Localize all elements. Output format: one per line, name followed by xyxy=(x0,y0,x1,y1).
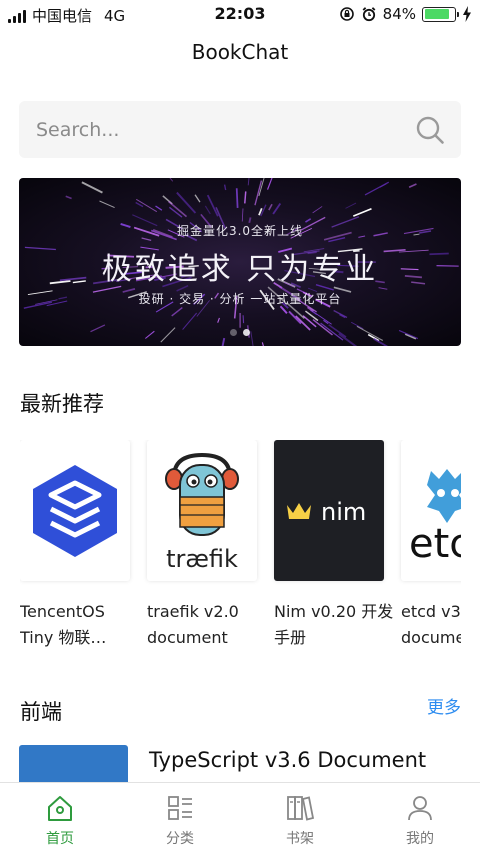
bottom-tab-bar: 首页 分类 书架 我的 xyxy=(0,782,480,854)
traefik-gopher-logo: træfik xyxy=(165,452,239,573)
starburst-ray xyxy=(350,321,364,330)
etcd-logo: etcd xyxy=(409,468,461,567)
tab-profile[interactable]: 我的 xyxy=(360,783,480,854)
starburst-ray xyxy=(254,180,263,206)
tab-home-label: 首页 xyxy=(46,831,74,847)
book-cover[interactable]: nim xyxy=(274,440,384,581)
book-card[interactable]: træfik traefik v2.0 document xyxy=(147,440,257,651)
tencentos-logo xyxy=(33,464,117,557)
tab-bookshelf[interactable]: 书架 xyxy=(240,783,360,854)
starburst-ray xyxy=(99,200,115,209)
list-item[interactable]: TypeScript v3.6 Document xyxy=(19,745,461,805)
starburst-ray xyxy=(266,178,273,190)
starburst-ray xyxy=(221,337,226,346)
alarm-icon xyxy=(362,7,376,22)
search-input[interactable] xyxy=(19,101,419,158)
starburst-ray xyxy=(235,188,239,208)
starburst-ray xyxy=(268,203,273,211)
tab-bookshelf-label: 书架 xyxy=(286,831,314,847)
nim-logo: nim xyxy=(287,498,366,526)
starburst-ray xyxy=(352,207,372,217)
recommend-section-title: 最新推荐 xyxy=(20,392,104,416)
search-bar[interactable] xyxy=(19,101,461,158)
starburst-ray xyxy=(204,205,211,215)
book-card[interactable]: TencentOS Tiny 物联… xyxy=(20,440,130,651)
starburst-ray xyxy=(345,202,357,209)
starburst-ray xyxy=(169,178,174,182)
tab-profile-label: 我的 xyxy=(406,831,434,847)
search-icon[interactable] xyxy=(415,115,445,145)
starburst-ray xyxy=(217,317,220,323)
banner-tagline: 投研 · 交易 · 分析 一站式量化平台 xyxy=(138,292,342,306)
starburst-ray xyxy=(223,184,227,191)
svg-text:nim: nim xyxy=(321,498,366,526)
charging-icon xyxy=(463,6,471,22)
book-card[interactable]: etcd etcd v3 document xyxy=(401,440,461,651)
banner-headline: 极致追求 只为专业 xyxy=(101,252,379,287)
page-title: BookChat xyxy=(191,40,289,64)
carousel-dot[interactable] xyxy=(243,329,250,336)
status-bar: 中国电信 4G 22:03 84% xyxy=(0,0,480,28)
starburst-ray xyxy=(155,205,163,211)
status-right: 84% xyxy=(339,5,472,23)
starburst-ray xyxy=(171,306,183,317)
category-icon xyxy=(168,796,192,820)
carousel-dot[interactable] xyxy=(230,329,237,336)
starburst-ray xyxy=(408,183,417,189)
book-title[interactable]: traefik v2.0 document xyxy=(147,599,267,651)
svg-text:etcd: etcd xyxy=(409,521,461,567)
promo-banner[interactable]: 掘金量化3.0全新上线 极致追求 只为专业 投研 · 交易 · 分析 一站式量化… xyxy=(19,178,461,346)
frontend-section-title: 前端 xyxy=(20,700,62,724)
starburst-ray xyxy=(182,312,198,330)
more-link[interactable]: 更多 xyxy=(427,693,461,718)
bookshelf-icon xyxy=(287,796,315,821)
svg-text:træfik: træfik xyxy=(166,545,238,573)
book-cover[interactable] xyxy=(20,440,130,581)
book-title[interactable]: Nim v0.20 开发手册 xyxy=(274,599,394,651)
tab-category-label: 分类 xyxy=(166,831,194,847)
starburst-ray xyxy=(247,178,250,186)
carousel-dots[interactable] xyxy=(19,329,461,336)
tab-home[interactable]: 首页 xyxy=(0,783,120,854)
book-title[interactable]: TypeScript v3.6 Document xyxy=(149,748,426,772)
tab-category[interactable]: 分类 xyxy=(120,783,240,854)
book-title[interactable]: TencentOS Tiny 物联… xyxy=(20,599,140,651)
starburst-ray xyxy=(312,206,323,214)
book-cover[interactable]: etcd xyxy=(401,440,461,581)
recommend-carousel[interactable]: TencentOS Tiny 物联… træfik traefik v2.0 d… xyxy=(20,440,461,660)
starburst-ray xyxy=(81,181,103,194)
profile-icon xyxy=(408,796,432,821)
book-card[interactable]: nim Nim v0.20 开发手册 xyxy=(274,440,393,651)
starburst-ray xyxy=(65,195,72,200)
orientation-lock-icon xyxy=(339,7,354,21)
book-cover[interactable]: træfik xyxy=(147,440,257,581)
starburst-ray xyxy=(373,338,389,346)
starburst-ray xyxy=(241,208,244,222)
starburst-ray xyxy=(136,198,158,213)
starburst-ray xyxy=(244,191,247,204)
starburst-ray xyxy=(194,194,201,203)
book-title[interactable]: etcd v3 document xyxy=(401,599,461,651)
starburst-ray xyxy=(261,342,264,346)
battery-icon xyxy=(422,6,459,22)
banner-subtitle: 掘金量化3.0全新上线 xyxy=(176,224,304,238)
starburst-ray xyxy=(379,183,387,188)
battery-percent: 84% xyxy=(382,5,416,23)
starburst-ray xyxy=(272,202,282,215)
home-icon xyxy=(48,796,72,821)
